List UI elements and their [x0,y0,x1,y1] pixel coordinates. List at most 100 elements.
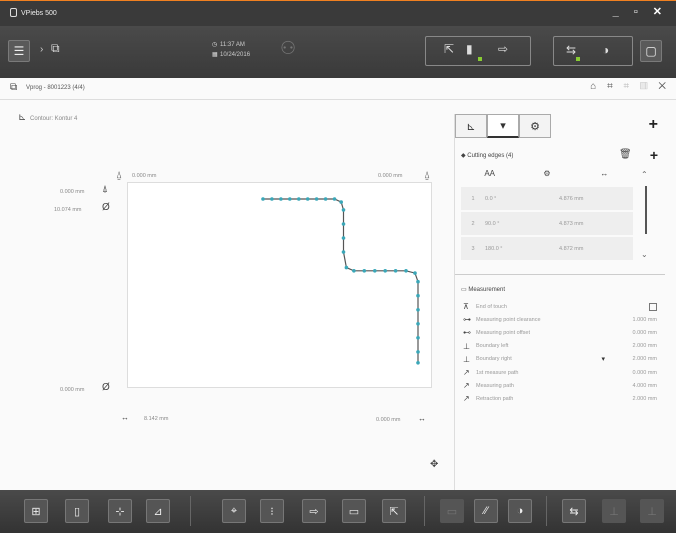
probe-icon[interactable]: ⇨ [498,42,508,56]
contour-point[interactable] [416,361,420,365]
machine-status-group[interactable]: ⇱ ▮ ⇨ [425,36,531,66]
lamp-icon[interactable]: ◑ [602,43,609,57]
contour-point[interactable] [383,269,387,273]
breadcrumb-program-icon[interactable]: ⧉ [51,41,60,56]
measure-axis-button[interactable]: ⊹ [108,499,132,523]
close-icon[interactable]: ✕ [658,81,666,92]
contour-compare-icon[interactable]: ⌗ [624,81,630,92]
add-button[interactable]: + [649,116,658,134]
contour-edit-icon[interactable]: ⌗ [607,81,613,92]
holder-button[interactable]: ⇱ [382,499,406,523]
contour-tool-button[interactable]: ⊿ [146,499,170,523]
contour-point[interactable] [279,197,283,201]
contour-point[interactable] [416,293,420,298]
transfer-button[interactable]: ⇆ [562,499,586,523]
menu-button[interactable]: ☰ [8,40,30,62]
home-icon[interactable]: ⌂ [590,81,596,92]
transfer-group[interactable]: ⇆ ◑ [553,36,633,66]
date-time: ◷ 11:37 AM ▦ 10/24/2016 [212,42,251,58]
contour-point[interactable] [416,350,420,354]
table-row[interactable]: 1 0.0 ° 4.876 mm [461,187,633,210]
contour-point[interactable] [314,197,319,201]
contour-point[interactable] [332,197,337,201]
lamp-button[interactable]: ◑ [508,499,532,523]
contour-point[interactable] [362,269,367,273]
user-icon[interactable]: ⚇ [280,38,296,59]
contour-point[interactable] [323,197,328,201]
dropdown-icon[interactable]: ▾ [601,355,605,363]
contour-point[interactable] [270,197,274,201]
document-tab-bar: ⧉ Vprog - 8001223 (4/4) ⌂ ⌗ ⌗ ▥ ✕ [0,78,676,100]
list-item[interactable]: ⊥ Boundary left 2.000 mm [463,340,657,353]
retraction-path-icon: ↗ [463,394,470,404]
disabled-boundary-button-2[interactable]: ⊥ [640,499,664,523]
spindle-icon[interactable]: ▮ [466,42,473,56]
end-of-touch-checkbox[interactable] [649,302,657,311]
contour-point[interactable] [416,279,420,284]
measurement-list: ⊼ End of touch ⊶ Measuring point clearan… [463,300,657,406]
measuring-path-icon: ↗ [463,381,470,391]
frame-button[interactable]: ▭ [342,499,366,523]
column-header-number[interactable]: AA [461,169,518,187]
contour-plot[interactable] [127,182,432,388]
contour-point[interactable] [261,197,265,201]
disabled-boundary-button[interactable]: ⊥ [602,499,626,523]
contour-point[interactable] [352,269,356,273]
table-row[interactable]: 3 180.0 ° 4.872 mm [461,237,633,260]
light-button[interactable]: ⌖ [222,499,246,523]
grid-button[interactable]: ⁝ [260,499,284,523]
column-header-angle[interactable]: ⚙ [518,169,575,187]
contour-point[interactable] [339,200,343,204]
contour-point[interactable] [341,222,346,226]
tool-holder-icon[interactable]: ⇱ [444,42,454,56]
scroll-down-icon[interactable]: ⌄ [641,250,648,259]
contour-point[interactable] [288,197,292,201]
list-item[interactable]: ↗ Retraction path 2.000 mm [463,392,657,405]
tab-settings[interactable]: ⚙ [519,114,551,138]
zoom-fit-icon[interactable]: ✥ [430,459,438,470]
contour-point[interactable] [344,265,349,270]
contour-point[interactable] [305,197,310,201]
measure-button[interactable]: ⁄⁄ [474,499,498,523]
list-item[interactable]: ↗ Measuring path 4.000 mm [463,379,657,392]
scroll-up-icon[interactable]: ⌃ [641,170,648,179]
measurement-header: ▭ Measurement [461,287,506,293]
list-item[interactable]: ⊶ Measuring point clearance 1.000 mm [463,313,657,326]
tab-contour[interactable]: ⊾ [455,114,487,138]
contour-point[interactable] [393,269,398,273]
top-right-boundary-icon: ⍙ [424,170,430,181]
window-controls[interactable]: _ ▫ ✕ [613,5,668,18]
list-item[interactable]: ⊷ Measuring point offset 0.000 mm [463,326,657,339]
contour-point[interactable] [413,271,417,275]
tab-tool[interactable]: ▾ [487,114,519,138]
contour-point[interactable] [416,336,420,340]
cutting-edges-header: ◆ Cutting edges (4) [461,153,514,159]
add-cutting-edge-button[interactable]: + [650,147,658,163]
contour-point[interactable] [341,208,346,212]
trash-icon[interactable]: 🗑 [619,149,632,160]
contour-point[interactable] [341,250,346,254]
scrollbar[interactable] [645,186,647,234]
tool-setup-button[interactable]: ⊞ [24,499,48,523]
table-icon[interactable]: ▥ [640,81,648,92]
contour-point[interactable] [404,269,408,273]
contour-point[interactable] [416,308,420,312]
probe-button[interactable]: ⇨ [302,499,326,523]
message-button[interactable]: ▢ [640,40,662,62]
contour-point[interactable] [297,197,301,201]
contour-point[interactable] [341,236,346,240]
contour-point[interactable] [373,269,377,273]
contour-icon: ⊾ [18,112,27,123]
list-item[interactable]: ⊥ Boundary right ▾ 2.000 mm [463,353,657,366]
contour-point[interactable] [416,322,420,326]
left-mid-diameter-icon: Ø [102,202,110,213]
program-view-button[interactable]: ▯ [65,499,89,523]
transfer-icon[interactable]: ⇆ [566,43,576,57]
list-item[interactable]: ↗ 1st measure path 0.000 mm [463,366,657,379]
table-row[interactable]: 2 90.0 ° 4.873 mm [461,212,633,235]
column-header-length[interactable]: ↔ [576,169,633,187]
tab-actions: ⌂ ⌗ ⌗ ▥ ✕ [590,81,666,92]
cutting-edge-icon: ◆ [461,153,466,159]
disabled-frame-button[interactable]: ▭ [440,499,464,523]
list-item-end-of-touch[interactable]: ⊼ End of touch [463,300,657,313]
